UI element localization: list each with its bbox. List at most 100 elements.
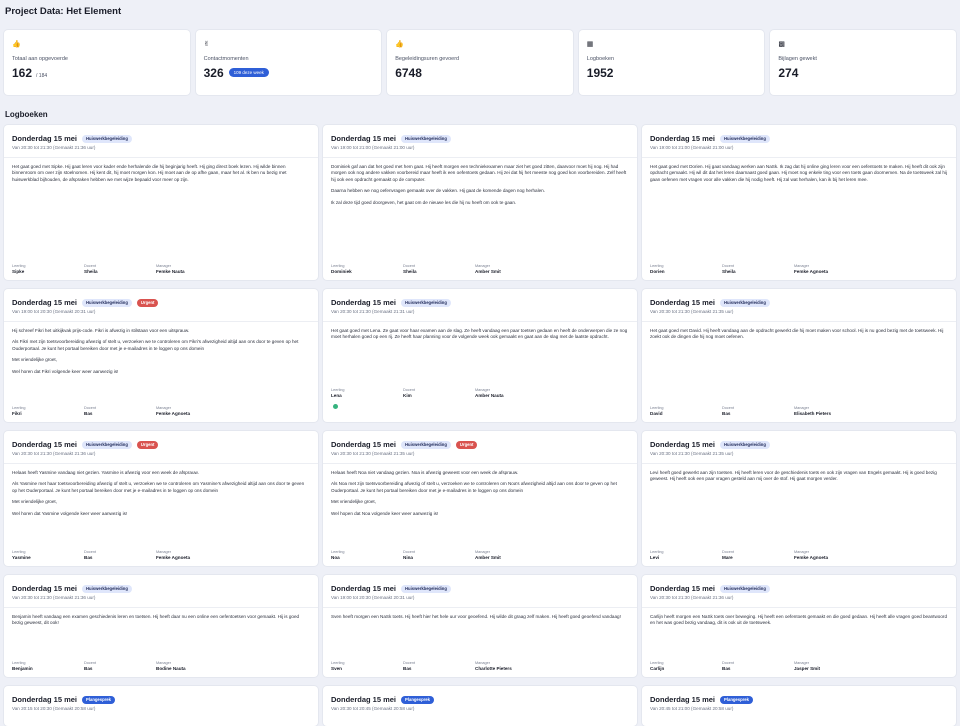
card-footer: Leerling Fikri Docent Bas Manager Femke Agnoe… xyxy=(12,406,310,416)
type-badge: Huiswerkbegeleiding xyxy=(82,134,132,143)
footer-label: Leerling xyxy=(650,550,664,554)
logbook-card[interactable]: Donderdag 15 mei Huiswerkbegeleiding Van 2… xyxy=(642,289,956,422)
card-date: Donderdag 15 mei xyxy=(650,695,716,704)
online-status-icon xyxy=(333,404,338,410)
card-header: Donderdag 15 mei Plangesprek xyxy=(12,695,310,704)
stat-card[interactable]: 👍 Totaal aan opgevoerde 162/ 184 xyxy=(4,30,190,95)
stat-value: 1952 xyxy=(586,66,614,80)
footer-label: Leerling xyxy=(12,661,26,665)
logbook-card[interactable]: Donderdag 15 mei Huiswerkbegeleiding Van 1… xyxy=(323,575,637,677)
logbook-card[interactable]: Donderdag 15 mei Huiswerkbegeleiding Van 1… xyxy=(323,125,637,280)
footer-label: Manager xyxy=(156,406,171,410)
card-time: Van 20:30 tot 21:30 (Gemaakt 21:35 uur) xyxy=(650,451,734,456)
footer-label: Manager xyxy=(156,264,171,268)
logbook-card[interactable]: Donderdag 15 mei Huiswerkbegeleiding Van 2… xyxy=(323,289,637,422)
body-paragraph: Wel horen dat Yasmine volgende keer weer… xyxy=(12,510,128,516)
logbook-icon: ▦ xyxy=(586,41,594,48)
logbook-card[interactable]: Donderdag 15 mei Huiswerkbegeleiding Van 2… xyxy=(4,575,318,677)
stat-label: Bijlagen gewekt xyxy=(778,56,817,62)
card-body: Het gaat goed met David. Hij heeft vanda… xyxy=(650,328,948,341)
footer-field: Docent Bas xyxy=(722,406,794,416)
footer-value: Femke Agnoeta xyxy=(156,411,191,416)
footer-label: Leerling xyxy=(12,550,26,554)
card-footer: Leerling Levi Docent Mare Manager Femke Agnoe… xyxy=(650,550,948,560)
logbook-card[interactable]: Donderdag 15 mei Huiswerkbegeleiding Urgen… xyxy=(4,289,318,422)
stat-card[interactable]: 👍 Begeleidingsuren gevoerd 6748 xyxy=(387,30,573,95)
page-title: Project Data: Het Element xyxy=(5,6,122,17)
logbook-card[interactable]: Donderdag 15 mei Huiswerkbegeleiding Van 1… xyxy=(642,125,956,280)
card-time: Van 20:30 tot 21:30 (Gemaakt 21:36 uur) xyxy=(12,145,96,150)
card-footer: Leerling Sven Docent Bas Manager Charlotte Pi… xyxy=(331,661,629,671)
stat-label: Begeleidingsuren gevoerd xyxy=(395,56,460,62)
logbook-card[interactable]: Donderdag 15 mei Huiswerkbegeleiding Van 2… xyxy=(4,125,318,280)
footer-value: Mare xyxy=(722,555,733,560)
footer-value: Bas xyxy=(84,411,93,416)
footer-label: Leerling xyxy=(650,661,664,665)
footer-label: Manager xyxy=(475,550,490,554)
card-divider xyxy=(642,463,956,464)
footer-field: Leerling Fikri xyxy=(12,406,84,416)
attachment-icon: ▩ xyxy=(778,41,785,48)
logbook-card[interactable]: Donderdag 15 mei Huiswerkbegeleiding Van 2… xyxy=(642,575,956,677)
footer-field: Manager Amber Nauta xyxy=(475,388,547,416)
card-divider xyxy=(323,607,637,608)
card-time: Van 19:00 tot 21:00 (Gemaakt 21:00 uur) xyxy=(650,145,734,150)
card-date: Donderdag 15 mei xyxy=(650,584,716,593)
body-paragraph: Dominiek gaf aan dat het goed met hem ga… xyxy=(331,164,627,182)
card-divider xyxy=(4,157,318,158)
body-paragraph: Helaas heeft Yasmine vandaag niet gezien… xyxy=(12,470,199,475)
logbook-card[interactable]: Donderdag 15 mei Plangesprek Van 20:45 tot… xyxy=(642,686,956,726)
card-date: Donderdag 15 mei xyxy=(650,298,716,307)
body-paragraph: Als Noa met zijn toetsvoorbereiding afwe… xyxy=(331,481,617,493)
footer-value: Lena xyxy=(331,393,342,398)
card-date: Donderdag 15 mei xyxy=(331,134,397,143)
card-header: Donderdag 15 mei Huiswerkbegeleiding xyxy=(650,440,948,449)
stat-card[interactable]: ▦ Logboeken 1952 xyxy=(578,30,765,95)
footer-field: Docent Nina xyxy=(403,550,475,560)
card-date: Donderdag 15 mei xyxy=(650,440,716,449)
footer-value: Dorien xyxy=(650,269,665,274)
footer-value: Femke Agnoeta xyxy=(794,555,829,560)
card-header: Donderdag 15 mei Plangesprek xyxy=(650,695,948,704)
stat-card[interactable]: ✌ Contactmomenten 326 109 deze week xyxy=(195,30,382,95)
card-header: Donderdag 15 mei Huiswerkbegeleiding Urgen… xyxy=(12,298,310,307)
card-time: Van 19:00 tot 20:30 (Gemaakt 20:31 uur) xyxy=(12,309,96,314)
card-header: Donderdag 15 mei Huiswerkbegeleiding xyxy=(650,584,948,593)
card-body: Hij schreef Fikri het uitkijkvak prijs-c… xyxy=(12,328,310,375)
card-body: Carlijn heeft morgen een NaSk toets over… xyxy=(650,614,948,627)
logbook-card[interactable]: Donderdag 15 mei Plangesprek Van 20:30 tot… xyxy=(323,686,637,726)
stat-sub: / 184 xyxy=(36,73,48,79)
card-date: Donderdag 15 mei xyxy=(12,584,78,593)
card-date: Donderdag 15 mei xyxy=(331,584,397,593)
thumbs-up-icon: 👍 xyxy=(395,41,404,48)
footer-label: Manager xyxy=(475,264,490,268)
logbook-card[interactable]: Donderdag 15 mei Huiswerkbegeleiding Urgen… xyxy=(323,431,637,566)
footer-field: Docent Bas xyxy=(84,550,156,560)
stat-card[interactable]: ▩ Bijlagen gewekt 274 xyxy=(770,30,956,95)
footer-field: Docent Sheila xyxy=(84,264,156,274)
logbook-card[interactable]: Donderdag 15 mei Huiswerkbegeleiding Urgen… xyxy=(4,431,318,566)
card-header: Donderdag 15 mei Huiswerkbegeleiding Urgen… xyxy=(12,440,310,449)
footer-label: Docent xyxy=(722,264,735,268)
body-paragraph: Sven heeft morgen een NaSk toets. Hij he… xyxy=(331,614,621,619)
footer-value: Levi xyxy=(650,555,660,560)
footer-label: Docent xyxy=(84,550,97,554)
logbook-card[interactable]: Donderdag 15 mei Plangesprek Van 20:15 tot… xyxy=(4,686,318,726)
footer-label: Docent xyxy=(722,661,735,665)
section-title: Logboeken xyxy=(5,110,48,119)
logbook-card[interactable]: Donderdag 15 mei Huiswerkbegeleiding Van 2… xyxy=(642,431,956,566)
type-badge: Huiswerkbegeleiding xyxy=(720,134,770,143)
footer-label: Docent xyxy=(84,406,97,410)
card-divider xyxy=(4,463,318,464)
card-date: Donderdag 15 mei xyxy=(331,695,397,704)
footer-field: Docent Mare xyxy=(722,550,794,560)
footer-value: Bas xyxy=(84,666,93,671)
body-paragraph: Wel hopen dat Noa volgende keer weer aan… xyxy=(331,510,439,516)
card-time: Van 20:30 tot 21:30 (Gemaakt 21:35 uur) xyxy=(331,451,415,456)
stat-value: 326 xyxy=(203,66,224,80)
footer-label: Docent xyxy=(722,406,735,410)
type-badge: Plangesprek xyxy=(401,695,434,704)
footer-value: Bas xyxy=(403,666,412,671)
thumbs-up-icon: 👍 xyxy=(12,41,21,48)
footer-value: Benjamin xyxy=(12,666,33,671)
